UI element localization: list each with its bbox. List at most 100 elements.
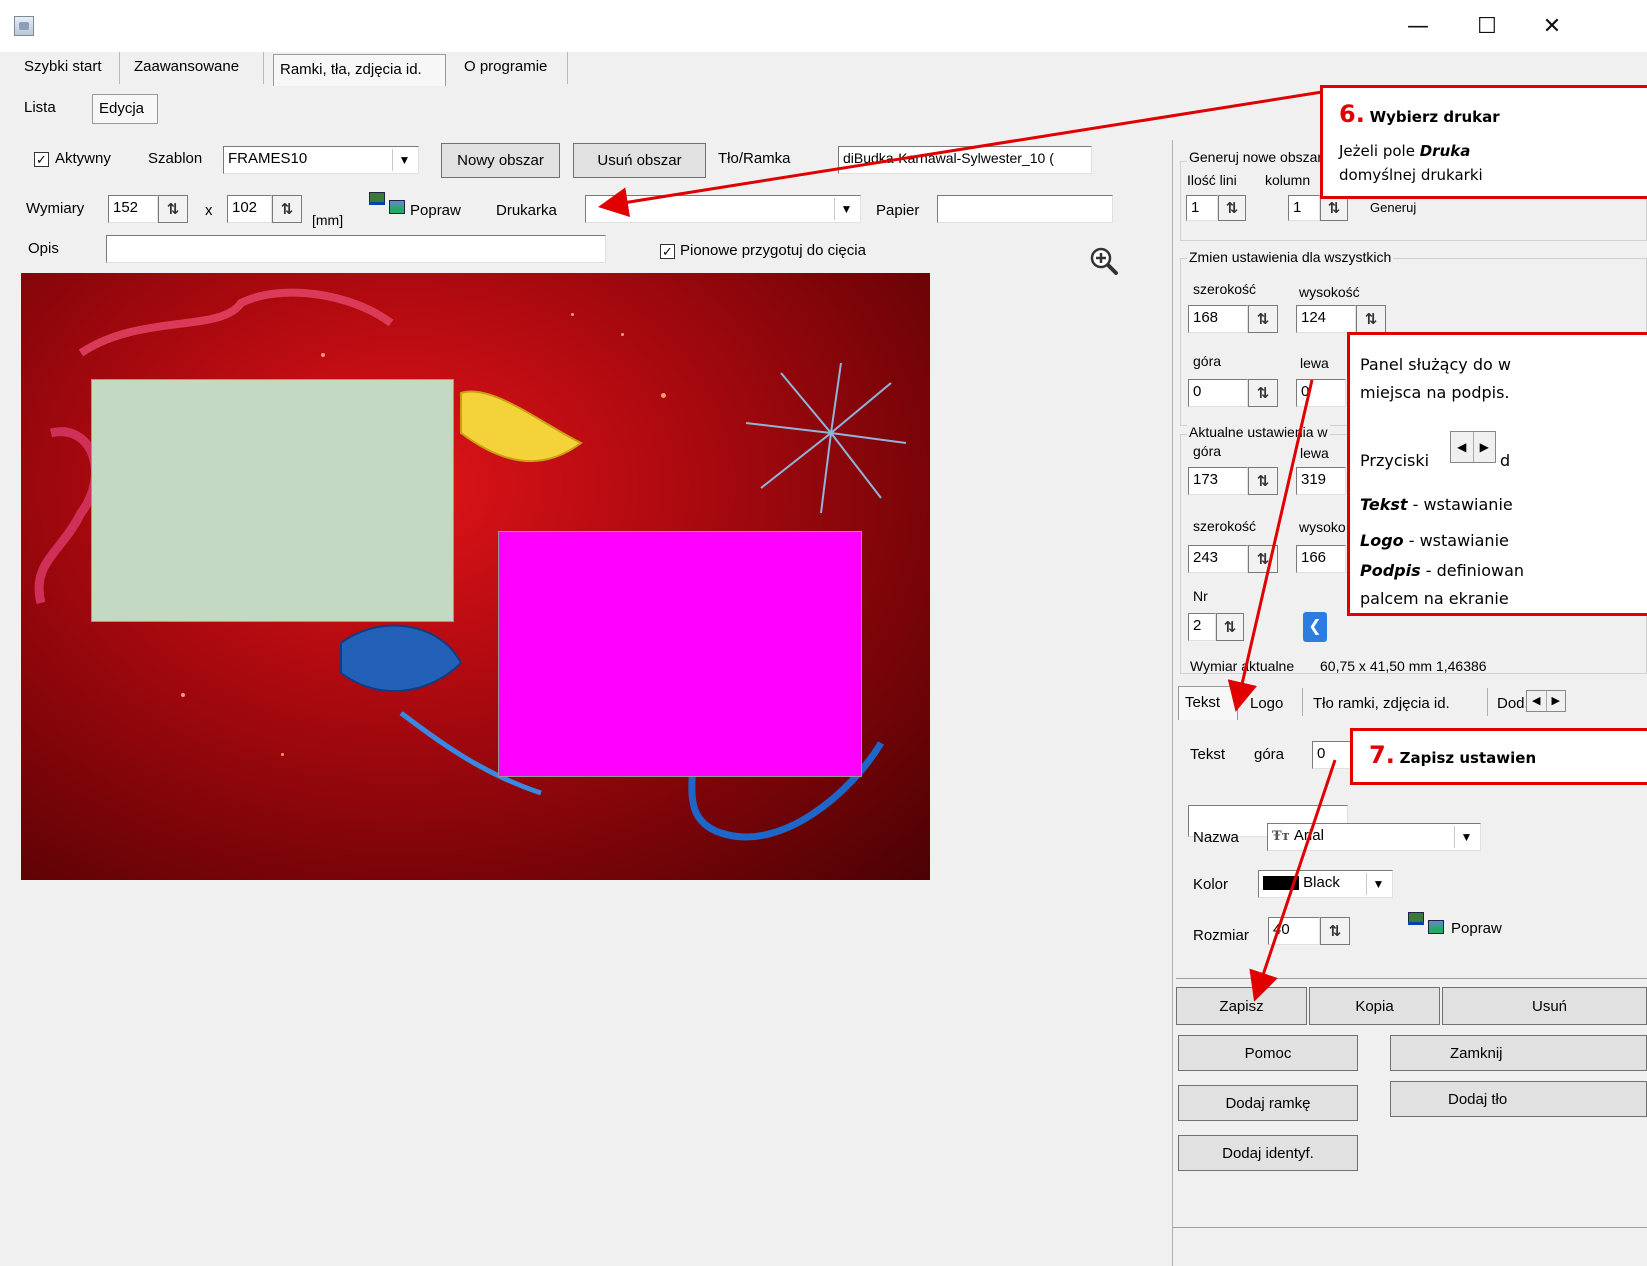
callout-przyciski-tail: d	[1500, 451, 1511, 470]
akt-gora-field[interactable]: 173	[1188, 467, 1248, 495]
callout-podpis-rest: - definiowan	[1420, 561, 1525, 580]
subtab-edycja[interactable]: Edycja	[92, 94, 158, 124]
wysokosc-label: wysokość	[1299, 284, 1360, 300]
chevron-down-icon: ▼	[1366, 873, 1390, 895]
tab-tlo-ramki[interactable]: Tło ramki, zdjęcia id.	[1313, 695, 1450, 712]
popraw-icon[interactable]	[369, 192, 405, 222]
pomoc-button[interactable]: Pomoc	[1178, 1035, 1358, 1071]
callout-logo-rest: - wstawianie	[1403, 531, 1509, 550]
wysokosc-field[interactable]: 124	[1296, 305, 1356, 333]
frame-preview-canvas[interactable]	[21, 273, 930, 880]
aktywny-checkbox[interactable]: ✓	[34, 152, 49, 167]
akt-gora-spinner[interactable]: ⇅	[1248, 467, 1278, 495]
tab-scroll-left-icon[interactable]: ◀	[1527, 691, 1547, 711]
opis-label: Opis	[28, 240, 59, 257]
kopia-button[interactable]: Kopia	[1309, 987, 1440, 1025]
papier-field[interactable]	[937, 195, 1113, 223]
nazwa-label: Nazwa	[1193, 829, 1239, 846]
gora-spinner[interactable]: ⇅	[1248, 379, 1278, 407]
gora-field[interactable]: 0	[1188, 379, 1248, 407]
rozmiar-label: Rozmiar	[1193, 927, 1249, 944]
nowy-obszar-button[interactable]: Nowy obszar	[441, 143, 560, 178]
width-field[interactable]: 152	[108, 195, 158, 223]
tab-szybki-start[interactable]: Szybki start	[18, 52, 120, 84]
nr-label: Nr	[1193, 588, 1208, 604]
height-spinner[interactable]: ⇅	[272, 195, 302, 223]
callout-panel-line2: miejsca na podpis.	[1360, 383, 1510, 402]
callout-6-number: 6.	[1339, 100, 1365, 128]
minimize-icon[interactable]: —	[1388, 0, 1448, 52]
kolumn-field[interactable]: 1	[1288, 195, 1320, 221]
truetype-icon: Ŧт	[1272, 829, 1290, 844]
zoom-in-icon[interactable]	[1089, 246, 1119, 276]
callout-7-title: Zapisz ustawien	[1399, 749, 1537, 767]
nr-field[interactable]: 2	[1188, 613, 1216, 641]
nr-spinner[interactable]: ⇅	[1216, 613, 1244, 641]
tab-ramki[interactable]: Ramki, tła, zdjęcia id.	[273, 54, 446, 86]
zapisz-button[interactable]: Zapisz	[1176, 987, 1307, 1025]
akt-lewa-field[interactable]: 319	[1296, 467, 1346, 495]
dodaj-tlo-button[interactable]: Dodaj tło	[1390, 1081, 1647, 1117]
width-spinner[interactable]: ⇅	[158, 195, 188, 223]
generuj-button[interactable]: Generuj	[1370, 200, 1416, 215]
close-icon[interactable]: ✕	[1522, 0, 1582, 52]
pionowe-checkbox[interactable]: ✓	[660, 244, 675, 259]
usun-obszar-button[interactable]: Usuń obszar	[573, 143, 706, 178]
generuj-title: Generuj nowe obszary	[1187, 149, 1332, 165]
tab-o-programie[interactable]: O programie	[458, 52, 568, 84]
rozmiar-field[interactable]: 40	[1268, 917, 1320, 945]
tekst-gora-field[interactable]: 0	[1312, 741, 1352, 769]
akt-szerokosc-field[interactable]: 243	[1188, 545, 1248, 573]
kolor-dropdown[interactable]: Black ▼	[1258, 870, 1393, 898]
app-icon	[14, 16, 34, 36]
papier-label: Papier	[876, 202, 920, 219]
wymiar-aktualne-label: Wymiar aktualne	[1190, 658, 1295, 674]
zamknij-button[interactable]: Zamknij	[1390, 1035, 1647, 1071]
callout-7-number: 7.	[1369, 741, 1395, 769]
akt-wysokosc-label: wysoko	[1299, 519, 1346, 535]
dodaj-ramke-button[interactable]: Dodaj ramkę	[1178, 1085, 1358, 1121]
popraw-text-label[interactable]: Popraw	[1451, 920, 1502, 937]
popraw-label[interactable]: Popraw	[410, 202, 461, 219]
photo-area-2[interactable]	[498, 531, 862, 777]
callout-6-line2: domyślnej drukarki	[1339, 166, 1483, 184]
popraw-icon[interactable]	[1408, 912, 1444, 942]
szerokosc-field[interactable]: 168	[1188, 305, 1248, 333]
tab-tekst[interactable]: Tekst	[1178, 686, 1238, 720]
tab-scroll-right-icon[interactable]: ▶	[1547, 691, 1566, 711]
height-field[interactable]: 102	[227, 195, 272, 223]
akt-wysokosc-field[interactable]: 166	[1296, 545, 1346, 573]
rozmiar-spinner[interactable]: ⇅	[1320, 917, 1350, 945]
lini-field[interactable]: 1	[1186, 195, 1218, 221]
lewa-field[interactable]: 0	[1296, 379, 1346, 407]
szablon-dropdown[interactable]: FRAMES10 ▼	[223, 146, 419, 174]
akt-szerokosc-spinner[interactable]: ⇅	[1248, 545, 1278, 573]
opis-field[interactable]	[106, 235, 606, 263]
tlo-ramka-field[interactable]: diBudka-Karnawal-Sylwester_10 (	[838, 146, 1092, 174]
font-dropdown[interactable]: Ŧт Arial ▼	[1267, 823, 1481, 851]
akt-szerokosc-label: szerokość	[1193, 518, 1257, 534]
drukarka-dropdown[interactable]: ▼	[585, 195, 861, 223]
ilosc-lini-label: Ilość lini	[1187, 172, 1237, 188]
kolor-label: Kolor	[1193, 876, 1229, 893]
tab-logo[interactable]: Logo	[1250, 695, 1283, 712]
lini-spinner[interactable]: ⇅	[1218, 195, 1246, 221]
callout-przyciski: Przyciski	[1360, 451, 1430, 470]
tab-zaawansowane[interactable]: Zaawansowane	[128, 52, 264, 84]
callout-step-6: 6. Wybierz drukar Jeżeli pole Druka domy…	[1320, 85, 1647, 199]
gora-label: góra	[1193, 353, 1222, 369]
chevron-down-icon: ▼	[392, 149, 416, 171]
subtab-lista[interactable]: Lista	[24, 99, 56, 116]
szerokosc-spinner[interactable]: ⇅	[1248, 305, 1278, 333]
pionowe-label: Pionowe przygotuj do cięcia	[680, 242, 866, 259]
tab-scroll-buttons[interactable]: ◀ ▶	[1526, 690, 1566, 712]
usun-button[interactable]: Usuń	[1442, 987, 1647, 1025]
arrow-left-icon[interactable]: ❮	[1303, 612, 1327, 642]
zmien-title: Zmien ustawienia dla wszystkich	[1187, 249, 1394, 265]
photo-area-1[interactable]	[91, 379, 454, 622]
wymiar-aktualne-value: 60,75 x 41,50 mm 1,46386	[1320, 658, 1487, 674]
wysokosc-spinner[interactable]: ⇅	[1356, 305, 1386, 333]
dodaj-identyf-button[interactable]: Dodaj identyf.	[1178, 1135, 1358, 1171]
callout-tekst-b: Tekst	[1360, 495, 1408, 514]
maximize-icon[interactable]: ☐	[1457, 0, 1517, 52]
